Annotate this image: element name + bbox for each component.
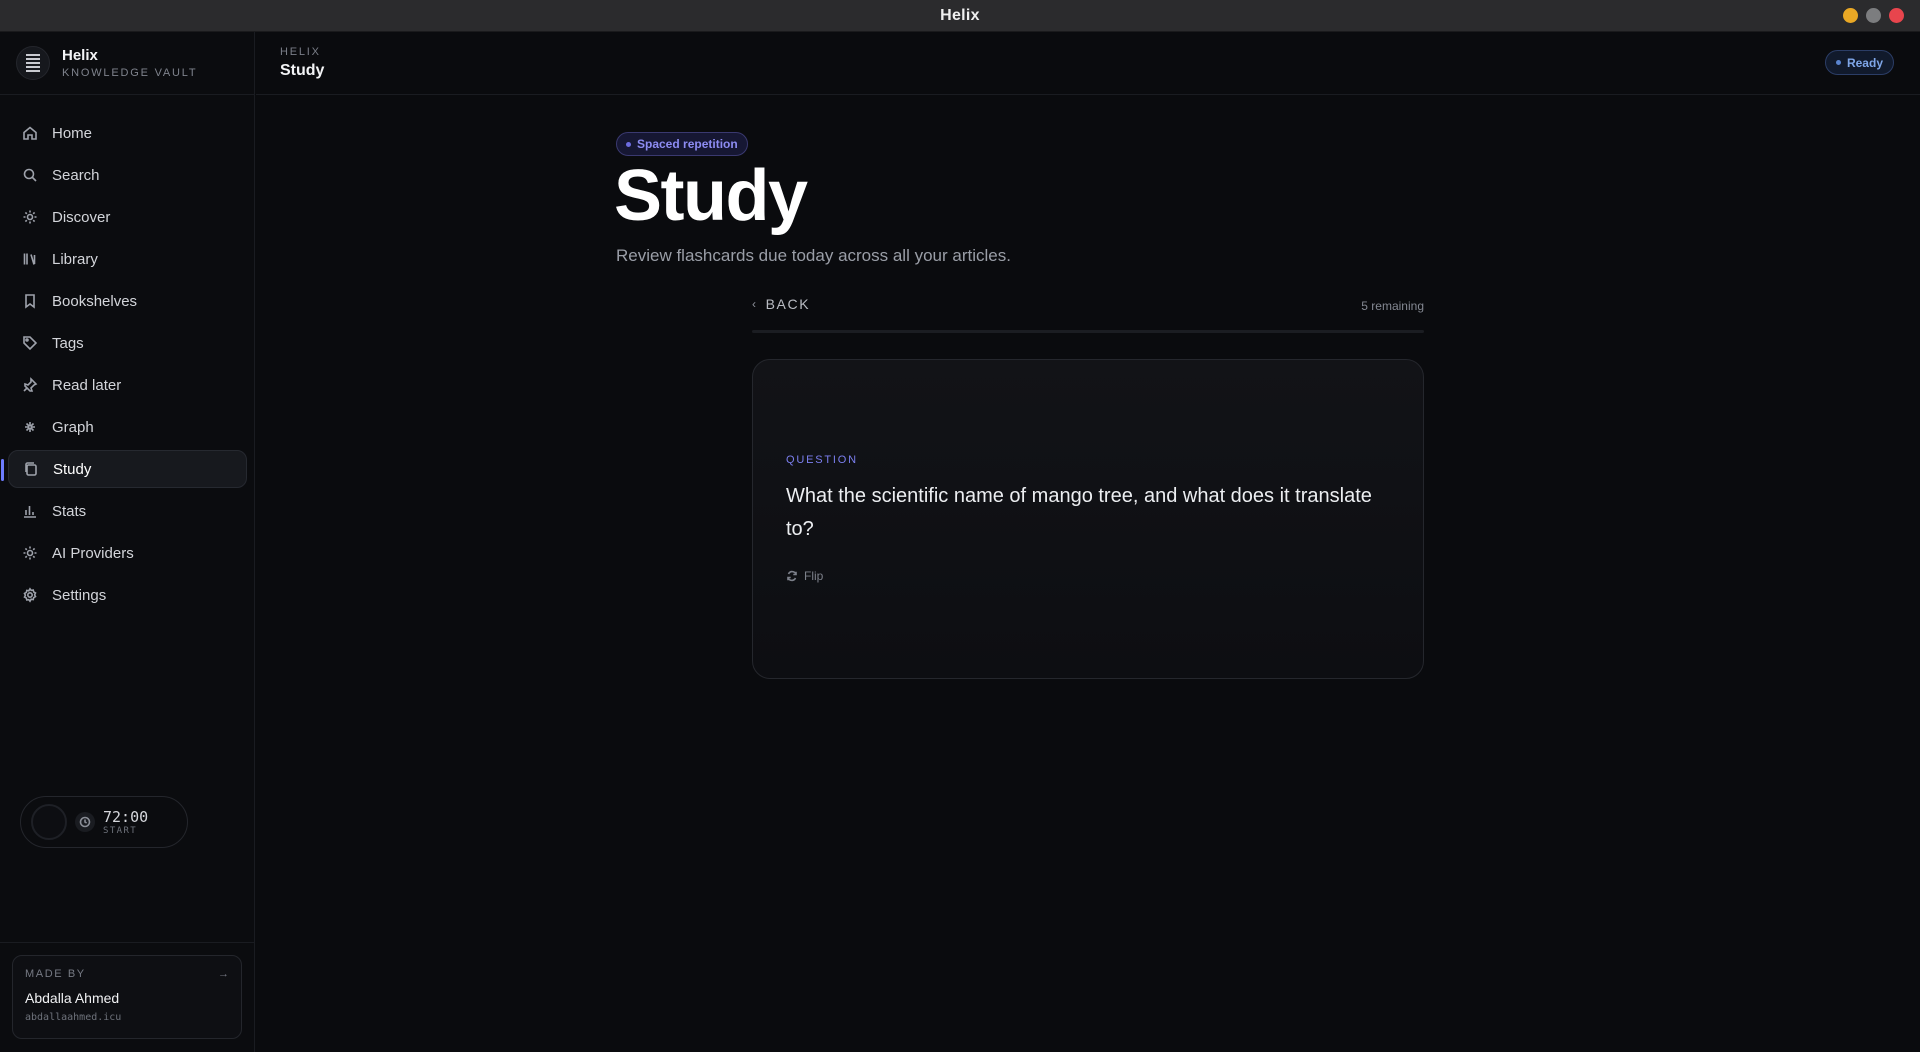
pin-icon (23, 377, 38, 392)
sidebar-item-label: Library (52, 250, 98, 268)
sidebar-item-label: Tags (52, 334, 84, 352)
sidebar-item-label: Study (53, 460, 92, 478)
author-site: abdallaahmed.icu (25, 1012, 122, 1023)
minimize-button[interactable] (1843, 8, 1858, 23)
sidebar-item-label: AI Providers (52, 544, 134, 562)
flip-label: Flip (804, 569, 824, 583)
sidebar-item-bookshelves[interactable]: Bookshelves (8, 282, 247, 320)
sidebar-item-read-later[interactable]: Read later (8, 366, 247, 404)
search-icon (23, 168, 37, 182)
author-name: Abdalla Ahmed (25, 990, 120, 1006)
sidebar-item-search[interactable]: Search (8, 156, 247, 194)
maximize-button[interactable] (1866, 8, 1881, 23)
page-title: Study (280, 62, 325, 79)
study-progress-bar (752, 330, 1424, 333)
sidebar-nav: Home Search Discover Library Bookshelves… (1, 114, 247, 618)
timer-time: 72:00 (103, 808, 149, 826)
sidebar: Helix KNOWLEDGE VAULT Home Search Discov… (0, 32, 255, 1052)
study-subtitle: Review flashcards due today across all y… (616, 246, 1011, 265)
window-title: Helix (940, 6, 980, 24)
gear-icon (23, 587, 37, 603)
remaining-count: 5 remaining (1361, 299, 1424, 313)
spaced-repetition-badge: Spaced repetition (616, 132, 748, 156)
made-by-card[interactable]: MADE BY → Abdalla Ahmed abdallaahmed.icu (12, 955, 242, 1039)
badge-label: Spaced repetition (637, 137, 738, 151)
timer-start-label: START (103, 826, 138, 836)
made-by-label: MADE BY (25, 968, 86, 980)
brand-name: Helix (62, 47, 98, 64)
brand-subtitle: KNOWLEDGE VAULT (62, 67, 198, 79)
clock-icon (75, 812, 95, 832)
arrow-right-icon: → (218, 968, 229, 980)
sparkle-icon (23, 210, 37, 224)
window-controls (1843, 8, 1904, 23)
refresh-icon (787, 570, 797, 582)
sidebar-item-label: Read later (52, 376, 122, 394)
status-badge: Ready (1824, 50, 1894, 75)
flashcard[interactable]: QUESTION What the scientific name of man… (752, 359, 1424, 679)
helix-logo-icon (16, 46, 50, 80)
sidebar-item-settings[interactable]: Settings (8, 576, 247, 614)
divider (0, 942, 255, 943)
sidebar-item-label: Home (52, 124, 93, 142)
cards-icon (25, 462, 37, 476)
sidebar-item-label: Settings (52, 586, 107, 604)
brand[interactable]: Helix KNOWLEDGE VAULT (0, 32, 254, 95)
sidebar-item-tags[interactable]: Tags (8, 324, 247, 362)
sparkle-icon (23, 546, 37, 560)
status-dot-icon (1835, 60, 1841, 65)
question-label: QUESTION (786, 454, 858, 466)
sidebar-item-label: Search (52, 166, 100, 184)
chevron-left-icon: ‹ (752, 297, 758, 311)
back-button[interactable]: ‹ BACK (752, 296, 810, 312)
sidebar-item-discover[interactable]: Discover (8, 198, 247, 236)
sidebar-item-stats[interactable]: Stats (8, 492, 247, 530)
close-button[interactable] (1889, 8, 1904, 23)
window-titlebar: Helix (0, 0, 1920, 32)
badge-dot-icon (626, 141, 631, 147)
bookmark-icon (25, 294, 35, 309)
back-label: BACK (765, 296, 811, 312)
sidebar-item-label: Bookshelves (52, 292, 138, 310)
timer-ring (31, 804, 67, 840)
sidebar-item-label: Discover (52, 208, 111, 226)
flip-button[interactable]: Flip (786, 569, 823, 583)
home-icon (23, 126, 37, 140)
sidebar-item-home[interactable]: Home (8, 114, 247, 152)
study-heading: Study (614, 156, 808, 236)
question-text: What the scientific name of mango tree, … (786, 485, 1372, 540)
breadcrumb: HELIX (280, 46, 321, 58)
status-label: Ready (1846, 55, 1883, 70)
sidebar-item-study[interactable]: Study (1, 450, 247, 488)
library-icon (23, 253, 36, 265)
tag-icon (23, 336, 38, 351)
focus-timer[interactable]: 72:00 START (20, 796, 188, 848)
graph-icon (25, 422, 35, 432)
page-header: HELIX Study Ready (256, 32, 1920, 95)
sidebar-item-label: Stats (52, 502, 87, 520)
sidebar-item-graph[interactable]: Graph (8, 408, 247, 446)
bar-chart-icon (24, 506, 36, 518)
sidebar-item-library[interactable]: Library (8, 240, 247, 278)
sidebar-item-ai-providers[interactable]: AI Providers (8, 534, 247, 572)
sidebar-item-label: Graph (52, 418, 94, 436)
